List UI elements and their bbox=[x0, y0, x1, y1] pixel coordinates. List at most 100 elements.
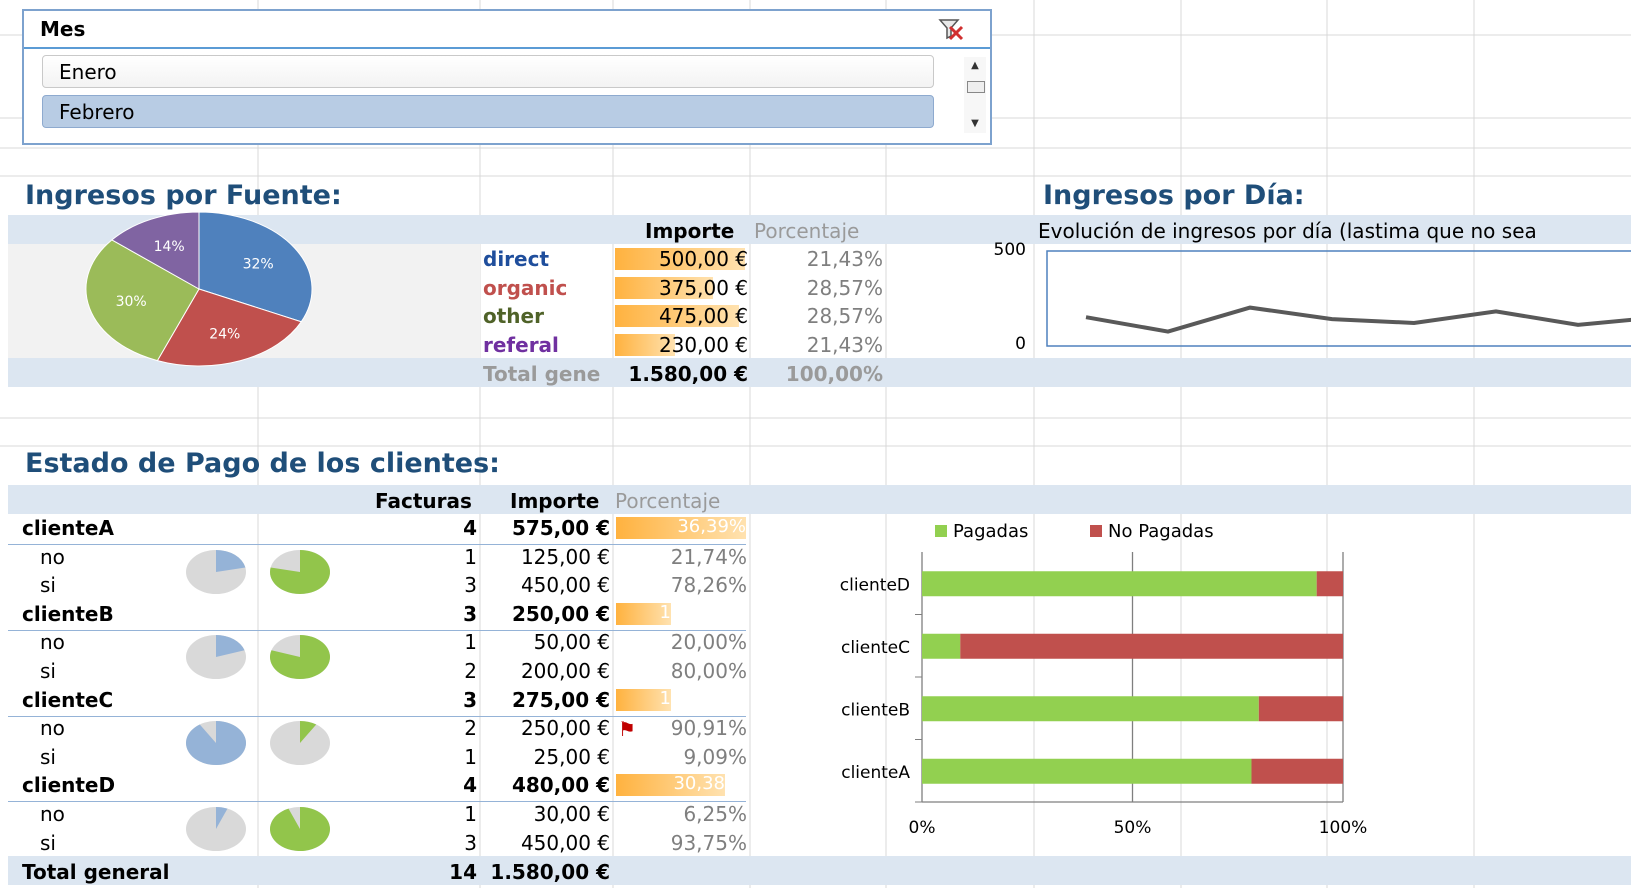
bar-clienteB-1 bbox=[1258, 696, 1343, 722]
pago-row-facturas: 1 bbox=[464, 802, 477, 826]
pago-row-label-no: no bbox=[40, 630, 65, 655]
pago-row-porcentaje: 6,25% bbox=[683, 802, 747, 826]
fuente-total-importe: 1.580,00 € bbox=[628, 362, 748, 386]
pago-client-porcentaje: 36,39% bbox=[677, 516, 746, 537]
dia-plot-area bbox=[1046, 250, 1631, 347]
fuente-source-other: other bbox=[483, 304, 544, 328]
pago-client-facturas: 3 bbox=[463, 687, 477, 712]
slicer-divider bbox=[24, 47, 990, 49]
scroll-thumb[interactable] bbox=[967, 81, 985, 93]
fuente-source-direct: direct bbox=[483, 247, 550, 271]
pago-header-facturas: Facturas bbox=[375, 489, 472, 513]
fuente-importe-referal: 230,00 € bbox=[658, 332, 748, 357]
fuente-total-porcentaje: 100,00% bbox=[785, 362, 883, 386]
pie-label-organic: 24% bbox=[209, 326, 240, 342]
pago-row-porcentaje: 9,09% bbox=[683, 744, 747, 769]
flag-icon: ⚑ bbox=[618, 717, 636, 742]
pago-header-importe: Importe bbox=[510, 489, 600, 513]
pago-mini-pies bbox=[186, 549, 330, 594]
fuente-importe-direct: 500,00 € bbox=[658, 247, 748, 271]
pago-client-clienteD[interactable]: clienteD bbox=[22, 773, 115, 797]
pie-label-referal: 14% bbox=[154, 239, 185, 255]
slicer-scrollbar[interactable]: ▲ ▼ bbox=[964, 57, 986, 133]
pago-title: Estado de Pago de los clientes: bbox=[25, 448, 500, 479]
mini-pie-si bbox=[270, 807, 330, 851]
scroll-down-icon[interactable]: ▼ bbox=[964, 117, 986, 131]
pago-row-importe: 50,00 € bbox=[533, 630, 610, 655]
clear-filter-icon[interactable] bbox=[938, 17, 964, 41]
dia-ytick-500: 500 bbox=[993, 240, 1026, 260]
pago-row-label-no: no bbox=[40, 802, 65, 826]
dia-line-chart bbox=[1046, 250, 1631, 347]
pago-mini-pies bbox=[186, 635, 331, 680]
pago-client-porcentaje: 30,38 bbox=[673, 773, 725, 795]
pago-total-label: Total general bbox=[22, 860, 170, 884]
pago-row-importe: 450,00 € bbox=[520, 830, 610, 855]
pago-row-importe: 200,00 € bbox=[520, 659, 610, 683]
bar-clienteD-1 bbox=[1316, 571, 1343, 597]
pago-client-facturas: 3 bbox=[463, 601, 477, 626]
pago-row-importe: 450,00 € bbox=[520, 573, 610, 598]
pago-client-clienteB[interactable]: clienteB bbox=[22, 602, 114, 626]
slicer-title: Mes bbox=[40, 17, 86, 41]
dia-ytick-0: 0 bbox=[1015, 334, 1026, 354]
bar-ylabel-clienteC: clienteC bbox=[841, 638, 910, 658]
dia-chart-title: Evolución de ingresos por día (lastima q… bbox=[1038, 219, 1537, 243]
pago-row-porcentaje: 20,00% bbox=[670, 630, 747, 655]
fuente-title: Ingresos por Fuente: bbox=[25, 180, 342, 211]
fuente-porcentaje-direct: 21,43% bbox=[806, 247, 883, 271]
pago-client-porcentaje: 1 bbox=[659, 601, 671, 623]
pago-row-label-si: si bbox=[40, 659, 56, 683]
legend-swatch-0 bbox=[935, 525, 947, 537]
pago-client-importe: 575,00 € bbox=[511, 516, 610, 540]
bar-xtick: 0% bbox=[909, 818, 936, 838]
pago-total-facturas: 14 bbox=[449, 860, 477, 884]
pago-row-porcentaje: 21,74% bbox=[670, 544, 747, 569]
bar-ylabel-clienteA: clienteA bbox=[841, 763, 910, 783]
pago-row-importe: 30,00 € bbox=[533, 802, 610, 826]
pago-bar-chart: Pagadas No Pagadas 0% 50% 100% clienteD clien… bbox=[840, 521, 1368, 838]
bar-xtick: 50% bbox=[1114, 818, 1152, 838]
bar-clienteC-0 bbox=[922, 633, 961, 659]
pago-header-porcentaje: Porcentaje bbox=[615, 489, 721, 513]
slicer-item-enero[interactable]: Enero bbox=[42, 55, 934, 88]
pago-total-importe: 1.580,00 € bbox=[490, 860, 610, 884]
slicer-item-febrero[interactable]: Febrero bbox=[42, 95, 934, 128]
bar-clienteA-1 bbox=[1251, 758, 1343, 784]
pago-client-clienteA[interactable]: clienteA bbox=[22, 516, 114, 540]
pie-label-direct: 32% bbox=[243, 256, 274, 272]
fuente-total-label: Total gene bbox=[483, 362, 601, 386]
fuente-source-organic: organic bbox=[483, 275, 568, 300]
pago-row-importe: 250,00 € bbox=[520, 716, 610, 741]
pago-client-clienteC[interactable]: clienteC bbox=[22, 688, 113, 712]
mes-slicer[interactable]: Mes Enero Febrero ▲ ▼ bbox=[22, 9, 992, 145]
legend-swatch-1 bbox=[1090, 525, 1102, 537]
pago-client-importe: 275,00 € bbox=[511, 687, 610, 712]
pago-header-band bbox=[8, 485, 1631, 514]
fuente-pie-chart: 32% 24% 30% 14% bbox=[85, 211, 313, 367]
pago-row-label-si: si bbox=[40, 830, 56, 855]
fuente-porcentaje-referal: 21,43% bbox=[806, 332, 883, 357]
pago-row-porcentaje: 78,26% bbox=[670, 573, 747, 598]
fuente-porcentaje-organic: 28,57% bbox=[806, 275, 883, 300]
legend-label-0: Pagadas bbox=[953, 521, 1028, 542]
pago-row-facturas: 1 bbox=[464, 744, 477, 769]
pago-row-importe: 125,00 € bbox=[520, 544, 610, 569]
fuente-header-importe: Importe bbox=[645, 219, 735, 243]
mini-pie-no bbox=[186, 721, 246, 766]
scroll-up-icon[interactable]: ▲ bbox=[964, 59, 986, 73]
pago-client-facturas: 4 bbox=[463, 516, 477, 540]
pago-row-porcentaje: 93,75% bbox=[670, 830, 747, 855]
fuente-porcentaje-other: 28,57% bbox=[806, 304, 883, 328]
pago-client-importe: 250,00 € bbox=[511, 601, 610, 626]
pago-row-facturas: 1 bbox=[464, 630, 477, 655]
bar-ylabel-clienteB: clienteB bbox=[841, 700, 910, 720]
pago-row-facturas: 2 bbox=[464, 659, 477, 683]
pago-mini-pies bbox=[186, 721, 330, 766]
bar-clienteD-0 bbox=[922, 571, 1317, 597]
bar-clienteC-1 bbox=[960, 633, 1343, 659]
pago-client-porcentaje: 1 bbox=[659, 687, 671, 709]
legend-label-1: No Pagadas bbox=[1108, 521, 1214, 542]
pago-row-facturas: 2 bbox=[464, 716, 477, 741]
pago-row-label-no: no bbox=[40, 716, 65, 741]
